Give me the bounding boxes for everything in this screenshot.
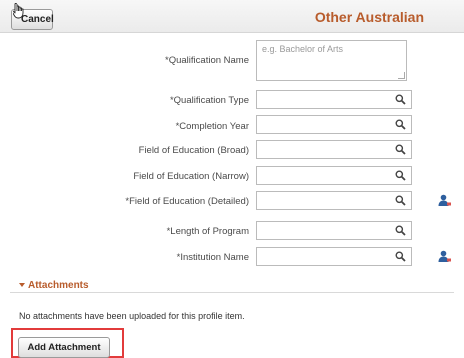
- person-icon[interactable]: [438, 194, 451, 207]
- field-broad-field: [256, 140, 412, 159]
- no-attachments-message: No attachments have been uploaded for th…: [19, 311, 245, 321]
- completion-year-label: *Completion Year: [175, 121, 249, 132]
- resize-grip[interactable]: [398, 72, 405, 79]
- field-detailed-field: [256, 191, 412, 210]
- institution-name-field: [256, 247, 412, 266]
- magnifier-icon[interactable]: [395, 225, 406, 236]
- page: Cancel Other Australian *Qualification N…: [0, 0, 464, 358]
- length-of-program-label: *Length of Program: [166, 226, 249, 237]
- add-attachment-button[interactable]: Add Attachment: [18, 337, 110, 358]
- attachments-section-toggle[interactable]: Attachments: [19, 280, 89, 291]
- field-broad-label: Field of Education (Broad): [138, 145, 249, 156]
- completion-year-field: [256, 115, 412, 134]
- divider: [10, 292, 454, 293]
- magnifier-icon[interactable]: [395, 251, 406, 262]
- field-detailed-label: *Field of Education (Detailed): [125, 196, 249, 207]
- field-detailed-input[interactable]: [257, 192, 387, 209]
- field-broad-input[interactable]: [257, 141, 387, 158]
- qualification-name-label: *Qualification Name: [165, 55, 249, 66]
- attachments-section-label: Attachments: [28, 280, 89, 291]
- triangle-down-icon: [19, 283, 25, 287]
- qualification-type-label: *Qualification Type: [169, 95, 249, 106]
- qualification-type-input[interactable]: [257, 91, 387, 108]
- magnifier-icon[interactable]: [395, 119, 406, 130]
- page-title: Other Australian: [314, 9, 424, 25]
- header-bar: Cancel Other Australian: [0, 0, 464, 33]
- length-of-program-input[interactable]: [257, 222, 387, 239]
- hand-cursor-icon: [13, 3, 24, 19]
- person-icon[interactable]: [438, 250, 451, 263]
- institution-name-input[interactable]: [257, 248, 387, 265]
- qualification-name-input[interactable]: [256, 40, 407, 81]
- length-of-program-field: [256, 221, 412, 240]
- field-narrow-label: Field of Education (Narrow): [133, 171, 249, 182]
- field-narrow-field: [256, 166, 412, 185]
- institution-name-label: *Institution Name: [176, 252, 249, 263]
- qualification-type-field: [256, 90, 412, 109]
- magnifier-icon[interactable]: [395, 170, 406, 181]
- magnifier-icon[interactable]: [395, 144, 406, 155]
- magnifier-icon[interactable]: [395, 195, 406, 206]
- field-narrow-input[interactable]: [257, 167, 387, 184]
- completion-year-input[interactable]: [257, 116, 387, 133]
- magnifier-icon[interactable]: [395, 94, 406, 105]
